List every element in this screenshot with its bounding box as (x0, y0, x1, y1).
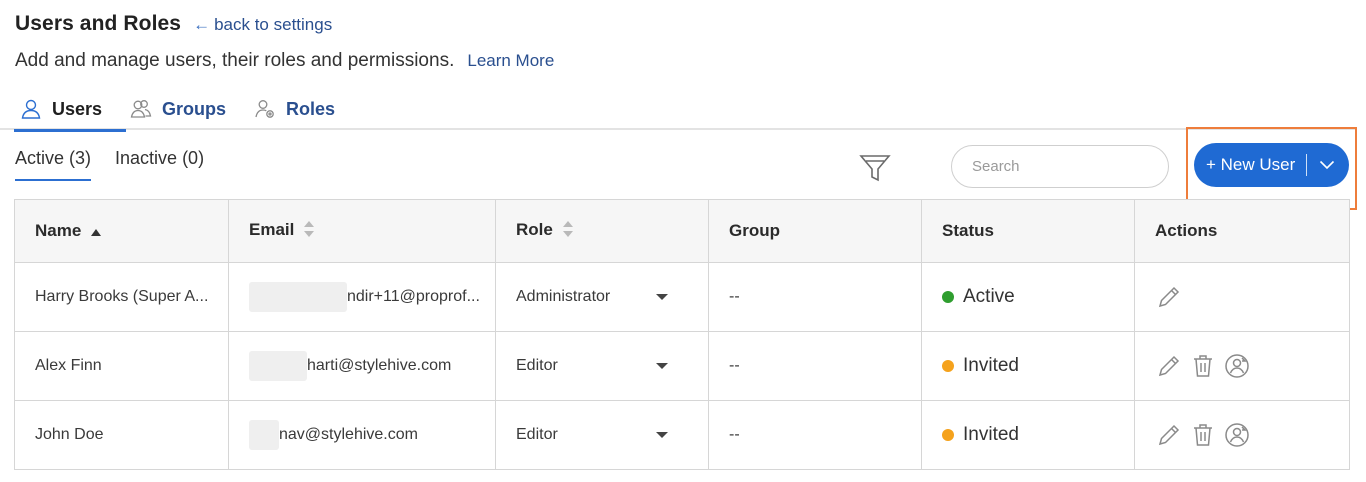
role-value: Editor (516, 426, 558, 443)
tab-groups-label: Groups (162, 98, 227, 119)
back-arrow-icon: ← (193, 15, 211, 34)
page-subtitle: Add and manage users, their roles and pe… (15, 50, 455, 71)
actions-cell (1134, 400, 1350, 470)
filter-icon[interactable] (858, 152, 892, 184)
page-subtitle-row: Add and manage users, their roles and pe… (15, 50, 554, 72)
role-dropdown-caret-icon[interactable] (656, 294, 668, 300)
chevron-down-icon[interactable] (1307, 160, 1347, 170)
back-link-label: back to settings (214, 15, 333, 34)
edit-icon[interactable] (1155, 421, 1183, 449)
role-cell: Editor (495, 331, 709, 401)
role-cell: Administrator (495, 262, 709, 332)
roles-icon (255, 100, 274, 118)
group-value: -- (708, 400, 922, 470)
group-icon (130, 100, 152, 118)
tab-roles[interactable]: Roles (254, 88, 335, 130)
column-header-status: Status (921, 199, 1135, 263)
group-value: -- (708, 331, 922, 401)
column-header-actions: Actions (1134, 199, 1350, 263)
role-value: Editor (516, 357, 558, 374)
edit-icon[interactable] (1155, 283, 1183, 311)
subtab-inactive[interactable]: Inactive (0) (115, 148, 204, 181)
search-input[interactable] (951, 145, 1169, 188)
status-dot-icon (942, 429, 954, 441)
user-email: nav@stylehive.com (279, 426, 418, 444)
user-email-cell: ndir+11@proprof... (228, 262, 496, 332)
trash-icon[interactable] (1189, 352, 1217, 380)
main-tabs: Users Groups Roles (0, 88, 1356, 132)
actions-cell (1134, 331, 1350, 401)
trash-icon[interactable] (1189, 421, 1217, 449)
column-header-name[interactable]: Name (14, 199, 229, 263)
resend-invite-icon[interactable] (1223, 352, 1251, 380)
sort-asc-icon[interactable] (91, 221, 102, 241)
status-badge: Active (963, 286, 1015, 307)
status-subtabs: Active (3) Inactive (0) (15, 148, 228, 181)
role-cell: Editor (495, 400, 709, 470)
role-dropdown-caret-icon[interactable] (656, 363, 668, 369)
table-row: Alex Finn harti@stylehive.com Editor -- … (14, 331, 1350, 401)
tab-roles-label: Roles (286, 98, 336, 119)
group-value: -- (708, 262, 922, 332)
user-email-cell: nav@stylehive.com (228, 400, 496, 470)
users-table: Name Email Role Group Status Actions Har… (14, 199, 1350, 470)
redacted-block (249, 420, 279, 450)
user-name: Alex Finn (14, 331, 229, 401)
resend-invite-icon[interactable] (1223, 421, 1251, 449)
user-name: John Doe (14, 400, 229, 470)
role-value: Administrator (516, 288, 611, 305)
user-email: harti@stylehive.com (307, 357, 452, 375)
column-role-label: Role (516, 220, 553, 240)
new-user-label: + New User (1206, 155, 1296, 174)
tab-users[interactable]: Users (13, 88, 127, 132)
column-email-label: Email (249, 220, 295, 240)
page-header: Users and Roles ← back to settings (15, 12, 332, 36)
status-cell: Active (921, 262, 1135, 332)
status-dot-icon (942, 360, 954, 372)
tab-groups[interactable]: Groups (130, 88, 226, 130)
column-header-role[interactable]: Role (495, 199, 709, 263)
column-header-email[interactable]: Email (228, 199, 496, 263)
tab-users-label: Users (52, 98, 103, 119)
back-to-settings-link[interactable]: ← back to settings (193, 15, 332, 35)
edit-icon[interactable] (1155, 352, 1183, 380)
actions-cell (1134, 262, 1350, 332)
sort-icon[interactable] (562, 220, 573, 242)
table-row: John Doe nav@stylehive.com Editor -- Inv… (14, 400, 1350, 470)
redacted-block (249, 351, 307, 381)
sort-icon[interactable] (304, 220, 315, 242)
user-email-cell: harti@stylehive.com (228, 331, 496, 401)
status-badge: Invited (963, 424, 1019, 445)
page-title: Users and Roles (15, 12, 182, 35)
new-user-button[interactable]: + New User (1194, 143, 1349, 187)
table-header-row: Name Email Role Group Status Actions (14, 199, 1350, 263)
learn-more-link[interactable]: Learn More (467, 51, 554, 71)
role-dropdown-caret-icon[interactable] (656, 432, 668, 438)
status-badge: Invited (963, 355, 1019, 376)
table-row: Harry Brooks (Super A... ndir+11@proprof… (14, 262, 1350, 332)
subtab-active[interactable]: Active (3) (15, 148, 92, 181)
user-name: Harry Brooks (Super A... (14, 262, 229, 332)
column-header-group: Group (708, 199, 922, 263)
column-name-label: Name (35, 220, 82, 240)
redacted-block (249, 282, 347, 312)
status-cell: Invited (921, 400, 1135, 470)
status-cell: Invited (921, 331, 1135, 401)
status-dot-icon (942, 291, 954, 303)
user-icon (21, 99, 41, 119)
user-email: ndir+11@proprof... (347, 288, 480, 306)
